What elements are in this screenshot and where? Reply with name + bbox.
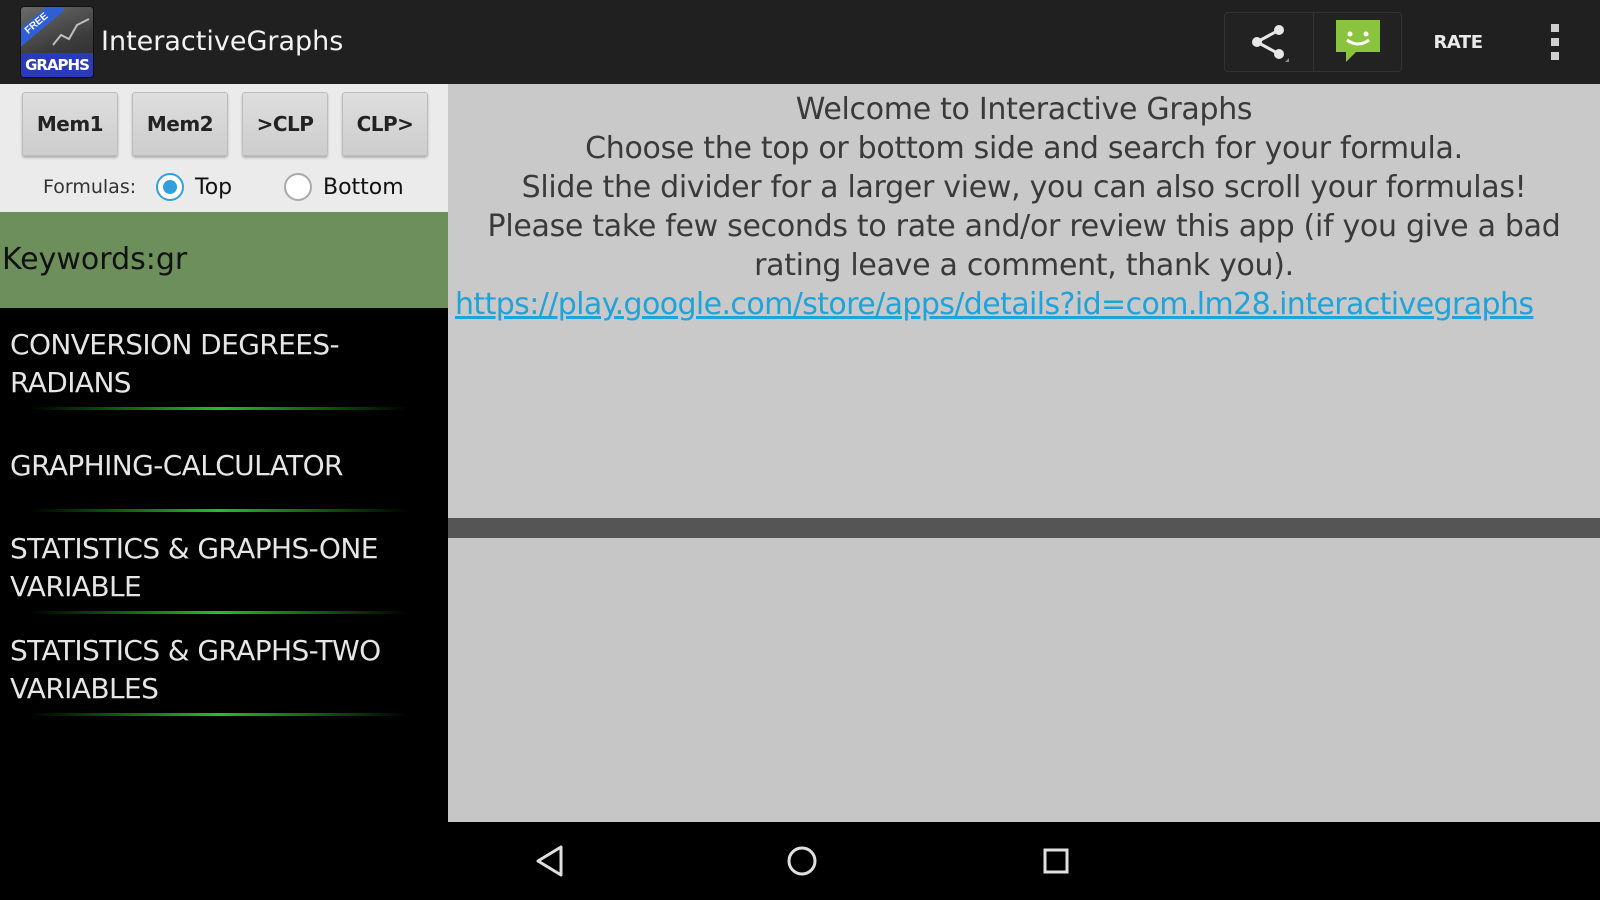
graph-line-icon (52, 18, 90, 46)
system-navigation-bar (0, 822, 1600, 900)
pane-divider-handle[interactable] (448, 518, 1600, 538)
home-circle-icon (787, 846, 817, 876)
feedback-button[interactable] (1313, 13, 1401, 71)
mem2-button[interactable]: Mem2 (132, 92, 228, 156)
list-item-line1: CONVERSION DEGREES- (10, 328, 340, 361)
app-logo-icon: FREE GRAPHS (20, 6, 94, 78)
radio-bottom[interactable] (284, 173, 312, 201)
back-triangle-icon (536, 845, 563, 877)
app-logo-caption: GRAPHS (21, 53, 93, 77)
welcome-line: rating leave a comment, thank you). (754, 248, 1294, 283)
play-store-link[interactable]: https://play.google.com/store/apps/detai… (448, 285, 1600, 324)
radio-top[interactable] (156, 173, 184, 201)
welcome-line: Please take few seconds to rate and/or r… (487, 209, 1561, 244)
list-item-line1: GRAPHING-CALCULATOR (10, 449, 343, 482)
share-icon (1252, 25, 1289, 62)
home-button[interactable] (772, 836, 832, 886)
mem1-button[interactable]: Mem1 (22, 92, 118, 156)
formulas-label: Formulas: (43, 176, 137, 198)
app-title: InteractiveGraphs (101, 26, 344, 57)
formula-search-pane: Mem1 Mem2 >CLP CLP> Formulas: Top Bottom… (0, 84, 448, 822)
chat-feedback-icon (1335, 20, 1380, 62)
paste-from-clipboard-button[interactable]: CLP> (342, 92, 428, 156)
list-item[interactable]: CONVERSION DEGREES- RADIANS (0, 308, 448, 410)
welcome-line: Slide the divider for a larger view, you… (521, 170, 1527, 205)
bottom-formula-area[interactable] (448, 538, 1600, 822)
welcome-message: Welcome to Interactive Graphs Choose the… (448, 84, 1600, 324)
overflow-menu-button[interactable] (1520, 12, 1590, 72)
action-buttons-group (1224, 12, 1402, 72)
welcome-line: Choose the top or bottom side and search… (585, 131, 1463, 166)
back-button[interactable] (520, 836, 580, 886)
list-item[interactable]: GRAPHING-CALCULATOR (0, 410, 448, 512)
list-item-line2: VARIABLES (10, 672, 159, 705)
share-button[interactable] (1225, 13, 1313, 71)
radio-bottom-label[interactable]: Bottom (323, 175, 404, 200)
list-item-line2: RADIANS (10, 366, 132, 399)
list-item-line1: STATISTICS & GRAPHS-TWO (10, 634, 381, 667)
keywords-search-field[interactable]: Keywords:gr (0, 212, 448, 308)
copy-to-clipboard-button[interactable]: >CLP (242, 92, 328, 156)
formulas-side-selector: Formulas: Top Bottom (0, 166, 448, 208)
list-item[interactable]: STATISTICS & GRAPHS-TWO VARIABLES (0, 614, 448, 716)
formula-list: CONVERSION DEGREES- RADIANS GRAPHING-CAL… (0, 308, 448, 716)
radio-top-label[interactable]: Top (195, 175, 232, 200)
recents-button[interactable] (1026, 836, 1086, 886)
action-bar: FREE GRAPHS InteractiveGraphs RATE (0, 0, 1600, 84)
list-item-line2: VARIABLE (10, 570, 142, 603)
controls-panel: Mem1 Mem2 >CLP CLP> Formulas: Top Bottom (0, 84, 448, 212)
list-item-line1: STATISTICS & GRAPHS-ONE (10, 532, 378, 565)
overflow-menu-icon (1551, 24, 1559, 60)
graph-content-pane: Welcome to Interactive Graphs Choose the… (448, 84, 1600, 822)
welcome-title: Welcome to Interactive Graphs (795, 92, 1253, 127)
recents-square-icon (1043, 848, 1069, 874)
list-item[interactable]: STATISTICS & GRAPHS-ONE VARIABLE (0, 512, 448, 614)
rate-button[interactable]: RATE (1410, 12, 1506, 72)
